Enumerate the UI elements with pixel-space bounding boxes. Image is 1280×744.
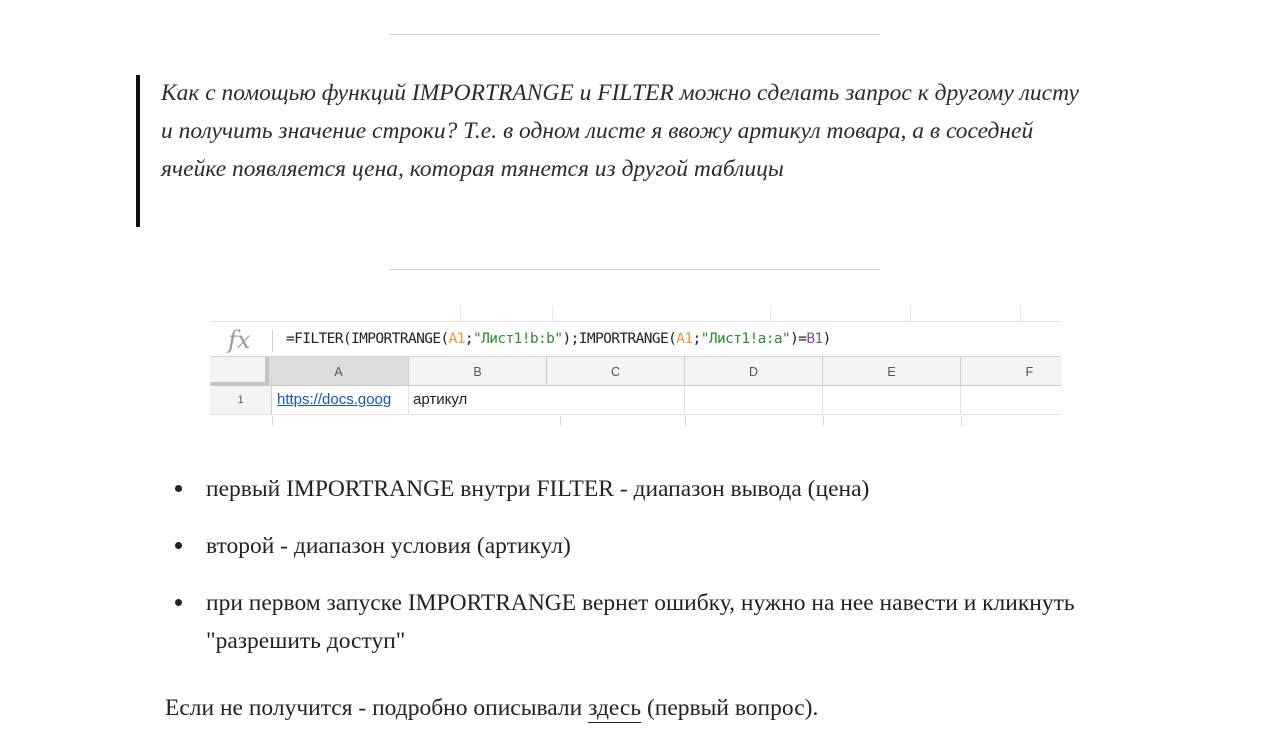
column-header-row: A B C D E F <box>210 356 1061 386</box>
spreadsheet-screenshot: fx =FILTER(IMPORTRANGE(A1;"Лист1!b:b");I… <box>210 306 1061 426</box>
cell-c1[interactable] <box>547 386 685 414</box>
question-text: Как с помощью функций IMPORTRANGE и FILT… <box>161 80 1079 182</box>
closing-text-before: Если не получится - подробно описывали <box>165 695 589 721</box>
list-item: второй - диапазон условия (артикул) <box>175 527 1115 565</box>
cell-a1-link[interactable]: https://docs.goog <box>272 386 409 414</box>
fx-icon: fx <box>228 326 251 354</box>
divider-middle <box>390 269 880 270</box>
details-link[interactable]: здесь <box>588 695 642 723</box>
divider-top <box>390 34 880 35</box>
cell-d1[interactable] <box>685 386 823 414</box>
sheet-row-2-partial <box>210 416 1061 426</box>
formula-bar[interactable]: fx =FILTER(IMPORTRANGE(A1;"Лист1!b:b");I… <box>210 322 1061 359</box>
list-item: первый IMPORTRANGE внутри FILTER - диапа… <box>175 470 1115 508</box>
cell-b1[interactable]: артикул <box>409 386 547 414</box>
closing-text-after: (первый вопрос). <box>641 695 819 721</box>
column-header-b[interactable]: B <box>409 357 547 385</box>
bullet-icon <box>175 599 182 606</box>
list-item-text: первый IMPORTRANGE внутри FILTER - диапа… <box>206 476 870 502</box>
formula-text[interactable]: =FILTER(IMPORTRANGE(A1;"Лист1!b:b");IMPO… <box>286 331 831 347</box>
column-header-f[interactable]: F <box>961 357 1061 385</box>
bullet-icon <box>175 485 182 492</box>
column-header-a[interactable]: A <box>269 357 409 385</box>
select-all-corner[interactable] <box>210 357 269 385</box>
list-item-text: второй - диапазон условия (артикул) <box>206 533 571 559</box>
column-header-c[interactable]: C <box>547 357 685 385</box>
column-header-d[interactable]: D <box>685 357 823 385</box>
list-item-text: при первом запуске IMPORTRANGE вернет ош… <box>206 590 1075 654</box>
row-header-1[interactable]: 1 <box>210 386 272 414</box>
sheet-row-1: 1 https://docs.goog артикул <box>210 386 1061 415</box>
bullet-icon <box>175 542 182 549</box>
cell-f1[interactable] <box>961 386 1061 414</box>
question-blockquote: Как с помощью функций IMPORTRANGE и FILT… <box>136 75 1086 227</box>
formula-bar-separator <box>272 330 273 352</box>
column-header-e[interactable]: E <box>823 357 961 385</box>
cell-e1[interactable] <box>823 386 961 414</box>
list-item: при первом запуске IMPORTRANGE вернет ош… <box>175 584 1115 660</box>
sheet-top-strip <box>210 306 1061 322</box>
closing-paragraph: Если не получится - подробно описывали з… <box>165 689 818 727</box>
